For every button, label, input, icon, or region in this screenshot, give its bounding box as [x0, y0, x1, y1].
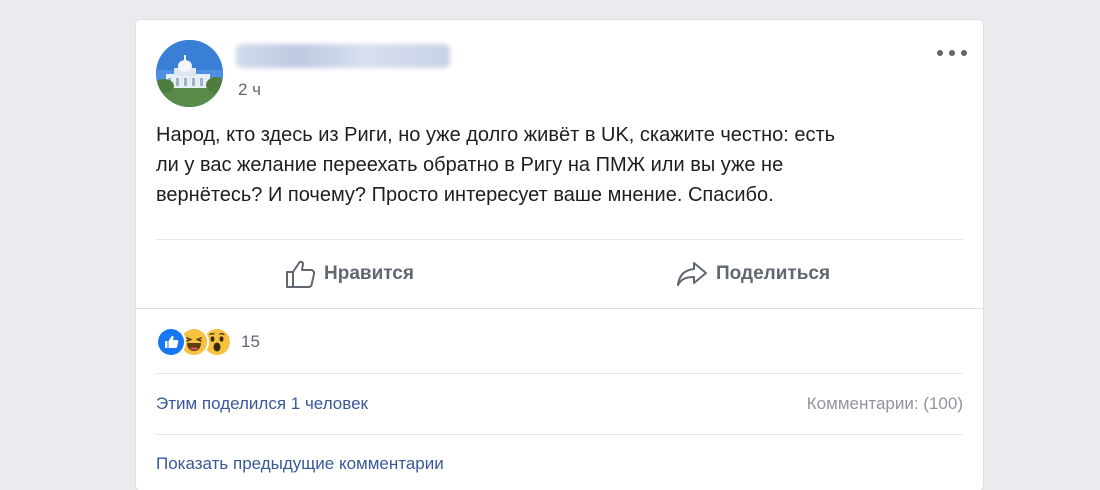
share-label: Поделиться [716, 262, 831, 284]
author-name-blurred[interactable] [236, 44, 450, 68]
section-separator [136, 308, 983, 309]
post-timestamp[interactable]: 2 ч [238, 80, 261, 100]
more-options-icon[interactable] [935, 42, 969, 64]
divider [156, 434, 963, 435]
shares-link[interactable]: Этим поделился 1 человек [156, 394, 368, 414]
comments-count-link[interactable]: Комментарии: (100) [807, 394, 963, 414]
share-arrow-icon [676, 260, 708, 288]
post-text-line: Народ, кто здесь из Риги, но уже долго ж… [156, 124, 836, 146]
divider [156, 239, 963, 240]
show-previous-comments-link[interactable]: Показать предыдущие комментарии [156, 454, 444, 474]
reaction-count: 15 [241, 332, 260, 351]
author-avatar[interactable] [156, 40, 223, 107]
reactions-summary[interactable]: 15 [156, 327, 260, 357]
thumbs-up-icon [284, 259, 316, 289]
share-button[interactable]: Поделиться [676, 247, 830, 300]
like-button[interactable]: Нравится [284, 247, 414, 300]
divider [156, 373, 963, 374]
post-text-line: ли у вас желание переехать обратно в Риг… [156, 154, 784, 176]
like-icon [156, 327, 186, 357]
post-text: Народ, кто здесь из Риги, но уже долго ж… [156, 120, 971, 210]
post-text-line: вернётесь? И почему? Просто интересует в… [156, 184, 774, 206]
post-card: 2 ч Народ, кто здесь из Риги, но уже дол… [136, 20, 983, 490]
like-label: Нравится [324, 262, 414, 284]
action-bar: Нравится Поделиться [136, 247, 983, 300]
